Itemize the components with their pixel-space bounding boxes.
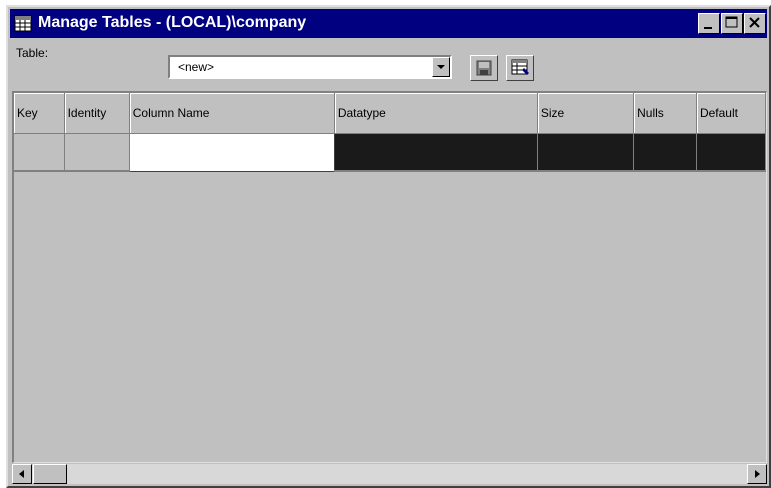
- column-header-nulls[interactable]: Nulls: [633, 93, 697, 134]
- scroll-right-button[interactable]: [747, 464, 767, 484]
- datatype-cell[interactable]: [334, 133, 538, 172]
- toolbar: Table: <new>: [8, 40, 769, 88]
- horizontal-scrollbar[interactable]: [12, 464, 767, 485]
- scroll-left-button[interactable]: [12, 464, 32, 484]
- column-header-identity[interactable]: Identity: [64, 93, 130, 134]
- columns-grid[interactable]: Key Identity Column Name Datatype Size N…: [12, 91, 767, 463]
- table-row[interactable]: [14, 132, 766, 172]
- window-title: Manage Tables - (LOCAL)\company: [38, 14, 307, 31]
- column-header-size[interactable]: Size: [537, 93, 635, 134]
- column-header-key[interactable]: Key: [14, 93, 65, 134]
- save-icon: [476, 60, 492, 76]
- table-properties-button[interactable]: [506, 55, 534, 81]
- minimize-button[interactable]: [698, 13, 720, 34]
- table-select-dropdown-button[interactable]: [432, 57, 450, 77]
- size-cell[interactable]: [537, 133, 635, 172]
- table-icon: [14, 15, 32, 32]
- column-name-input[interactable]: [128, 132, 335, 172]
- table-properties-icon: [511, 59, 529, 75]
- column-header-column-name[interactable]: Column Name: [129, 93, 335, 134]
- header-row: Key Identity Column Name Datatype Size N…: [14, 93, 766, 134]
- minimize-icon: [704, 27, 712, 29]
- nulls-cell[interactable]: [633, 133, 697, 172]
- close-icon: [749, 17, 760, 28]
- title-bar[interactable]: Manage Tables - (LOCAL)\company: [10, 9, 767, 38]
- scroll-track[interactable]: [32, 464, 747, 484]
- manage-tables-window: Manage Tables - (LOCAL)\company Table: <…: [6, 5, 771, 488]
- arrow-left-icon: [19, 470, 24, 478]
- table-select[interactable]: <new>: [168, 55, 452, 79]
- default-cell[interactable]: [696, 133, 766, 172]
- columns-table: Key Identity Column Name Datatype Size N…: [14, 93, 766, 172]
- arrow-right-icon: [755, 470, 760, 478]
- save-button[interactable]: [470, 55, 498, 81]
- identity-cell[interactable]: [64, 133, 130, 172]
- column-header-datatype[interactable]: Datatype: [334, 93, 538, 134]
- maximize-icon: [725, 16, 738, 28]
- dropdown-arrow-icon: [437, 65, 445, 69]
- column-header-default[interactable]: Default: [696, 93, 766, 134]
- close-button[interactable]: [744, 13, 766, 34]
- scroll-thumb[interactable]: [33, 464, 67, 484]
- table-label: Table:: [16, 46, 49, 60]
- key-cell[interactable]: [14, 133, 65, 172]
- table-select-value: <new>: [178, 60, 215, 74]
- maximize-button[interactable]: [721, 13, 743, 34]
